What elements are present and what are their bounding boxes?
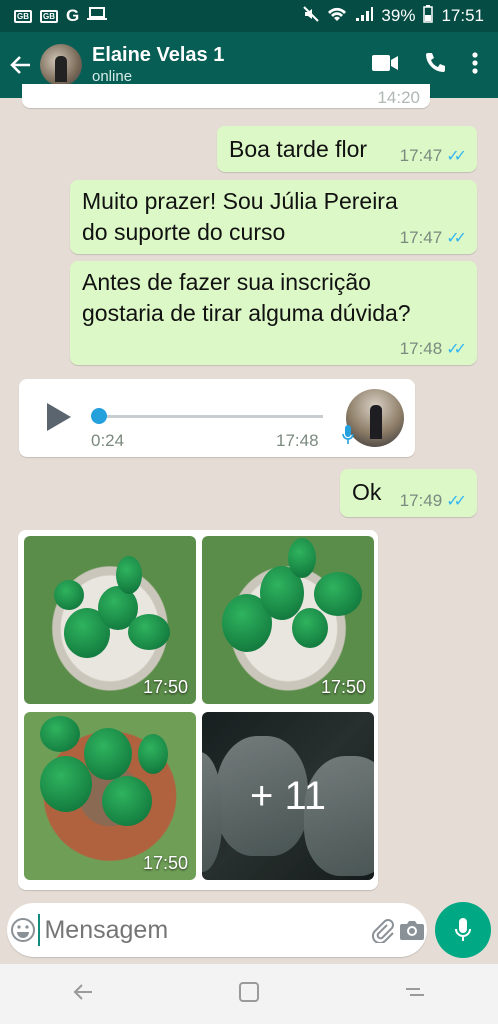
album-photo[interactable]: 17:50 [24,712,196,880]
album-more-photos[interactable]: + 11 [202,712,374,880]
voice-call-icon[interactable] [424,52,446,79]
avatar[interactable] [40,44,82,86]
back-nav-icon[interactable] [72,982,94,1007]
audio-message[interactable]: 0:24 17:48 [19,379,415,457]
notification-box-icon: GB [14,9,32,23]
message-composer [7,903,427,957]
notification-box-icon: GB [40,9,58,23]
emoji-icon[interactable] [7,917,38,943]
system-icons: 39% 17:51 [303,4,484,28]
message-time: 14:20 [377,88,420,107]
message-time: 17:47 [399,228,443,247]
video-call-icon[interactable] [372,54,398,77]
google-icon: G [66,6,80,25]
message-time: 17:49 [399,491,443,510]
sender-avatar [346,389,404,447]
message-text-line: gostaria de tirar alguma dúvida? [82,300,411,326]
read-ticks-icon: ✓✓ [446,148,467,165]
message-input[interactable] [38,914,367,946]
contact-name: Elaine Velas 1 [92,44,225,66]
album-photo[interactable]: 17:50 [202,536,374,704]
read-ticks-icon: ✓✓ [446,493,467,510]
laptop-icon [87,6,108,26]
message-time: 17:48 [276,431,319,450]
photo-time: 17:50 [142,853,188,873]
message-bubble-partial[interactable]: 14:20 [22,84,430,108]
audio-duration: 0:24 [91,431,125,450]
mute-icon [303,5,320,27]
photo-time: 17:50 [320,677,366,697]
recents-nav-icon[interactable] [404,981,426,1008]
play-icon[interactable] [47,403,71,431]
wifi-icon [327,6,347,27]
system-nav-bar [0,964,498,1024]
album-photo[interactable]: 17:50 [24,536,196,704]
home-nav-icon[interactable] [238,981,260,1008]
audio-seek-handle[interactable] [91,408,107,424]
contact-info[interactable]: Elaine Velas 1 online [92,43,372,87]
read-ticks-icon: ✓✓ [446,341,467,358]
image-album[interactable]: 17:50 17:50 17:50 + 11 [18,530,378,890]
message-time: 17:47 [399,146,443,165]
message-list[interactable]: 14:20 Boa tarde flor 17:47 ✓✓ Muito praze… [0,84,498,898]
message-text-line: Antes de fazer sua inscrição [82,269,371,295]
status-bar: GB GB G 39% 17:51 [0,0,498,32]
camera-icon[interactable] [397,919,427,941]
notification-icons: GB GB G [14,6,108,26]
attach-icon[interactable] [366,917,396,943]
signal-icon [355,6,374,27]
voice-record-button[interactable] [435,902,491,958]
battery-percent: 39% [381,6,416,25]
more-photos-count: + 11 [202,712,374,880]
message-bubble-outgoing[interactable]: Boa tarde flor 17:47 ✓✓ [217,126,477,172]
message-text-line: Muito prazer! Sou Júlia Pereira [82,188,398,214]
audio-progress-track[interactable] [99,415,323,418]
message-text: Boa tarde flor [229,136,368,162]
clock: 17:51 [441,6,484,25]
message-bubble-outgoing[interactable]: Antes de fazer sua inscrição gostaria de… [70,261,477,365]
read-ticks-icon: ✓✓ [446,230,467,247]
message-bubble-outgoing[interactable]: Muito prazer! Sou Júlia Pereira do supor… [70,180,477,254]
message-text-line: do suporte do curso [82,219,286,245]
mic-icon [455,918,471,941]
message-text: Ok [352,479,382,505]
battery-icon [423,4,434,28]
message-bubble-outgoing[interactable]: Ok 17:49 ✓✓ [340,469,477,517]
photo-time: 17:50 [142,677,188,697]
more-options-icon[interactable] [472,51,478,79]
message-time: 17:48 [399,339,443,358]
mic-icon [342,425,354,445]
